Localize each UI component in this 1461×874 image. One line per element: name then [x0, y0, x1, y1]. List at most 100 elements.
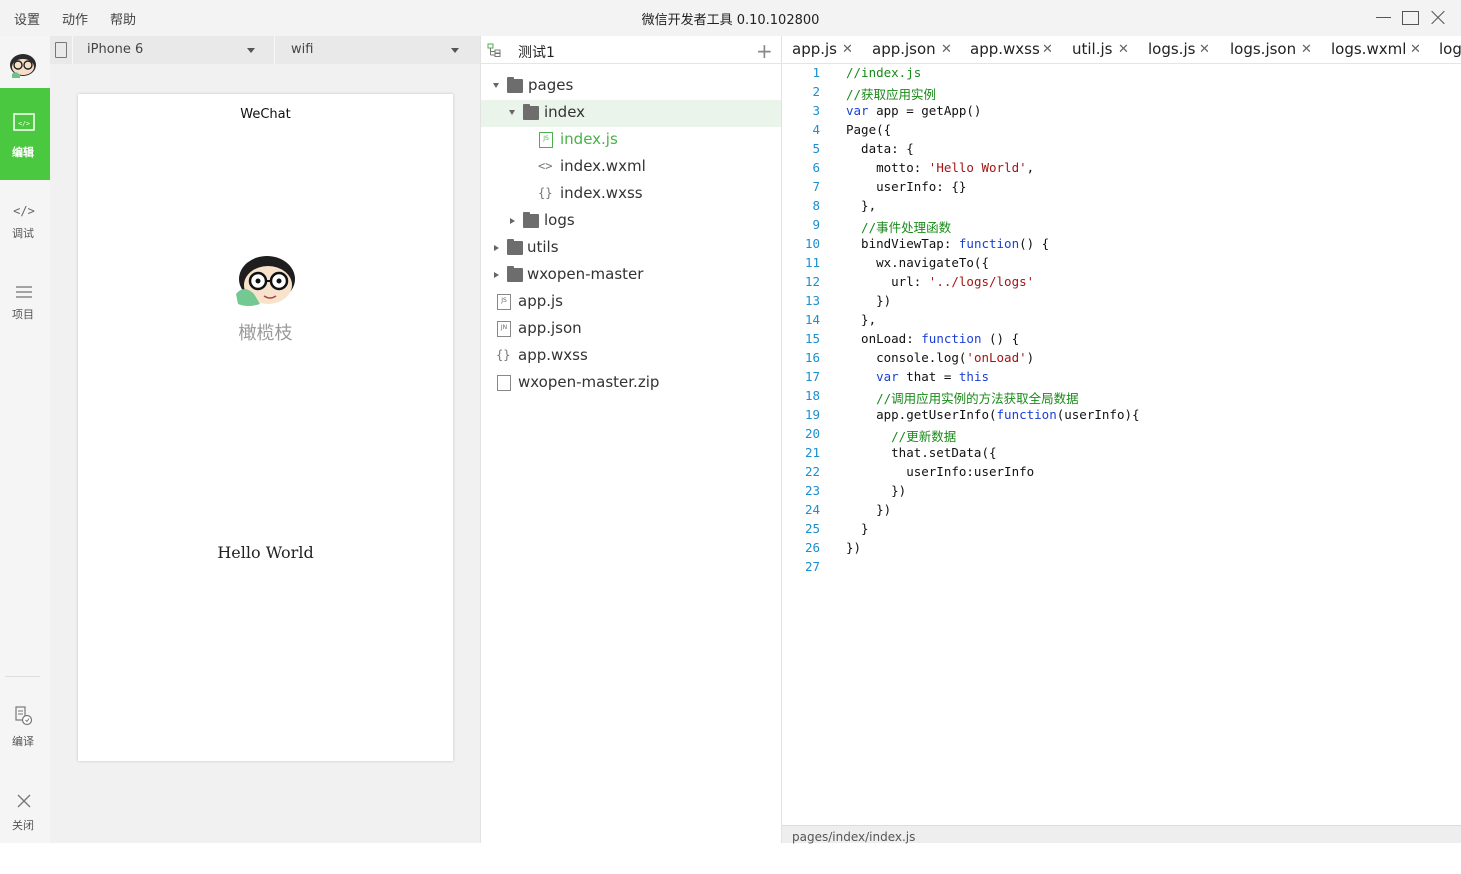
sidebar-item-close[interactable]: 关闭: [0, 782, 50, 874]
tab-logs-js[interactable]: logs.js: [1148, 40, 1195, 58]
line-number: 7: [812, 179, 820, 194]
chevron-down-icon: [493, 83, 499, 88]
tab-app-js[interactable]: app.js: [792, 40, 837, 58]
code-token: function: [958, 236, 1020, 251]
code-editor: app.js ✕ app.json ✕ app.wxss ✕ util.js ✕…: [782, 36, 1461, 844]
code-token: app = getApp(): [868, 103, 982, 118]
chevron-right-icon: [494, 245, 499, 251]
tree-file-zip[interactable]: wxopen-master.zip: [481, 370, 781, 397]
code-line[interactable]: 18 //调用应用实例的方法获取全局数据: [782, 388, 1461, 407]
tree-structure-icon[interactable]: [487, 43, 501, 57]
code-line[interactable]: 15 onLoad: function () {: [782, 331, 1461, 350]
line-number: 22: [804, 464, 820, 479]
tab-logs-wxml[interactable]: logs.wxml: [1331, 40, 1406, 58]
code-line[interactable]: 3 var app = getApp(): [782, 103, 1461, 122]
code-line[interactable]: 26}): [782, 540, 1461, 559]
line-number: 6: [812, 160, 820, 175]
line-number: 23: [804, 483, 820, 498]
style-file-icon: {}: [538, 186, 553, 200]
markup-file-icon: <>: [538, 159, 553, 173]
code-line[interactable]: 12 url: '../logs/logs': [782, 274, 1461, 293]
sidebar-item-edit[interactable]: </> 编辑: [0, 88, 50, 180]
code-line[interactable]: 17 var that = this: [782, 369, 1461, 388]
code-line[interactable]: 8 },: [782, 198, 1461, 217]
user-nickname: 橄榄枝: [238, 323, 293, 344]
tree-folder-logs[interactable]: logs: [481, 208, 781, 235]
tree-folder-wxopen-master[interactable]: wxopen-master: [481, 262, 781, 289]
tree-file-app-json[interactable]: JN app.json: [481, 316, 781, 343]
add-file-icon[interactable]: +: [756, 39, 773, 63]
code-token: //更新数据: [846, 429, 957, 444]
tree-file-app-js[interactable]: JS app.js: [481, 289, 781, 316]
line-number: 24: [804, 502, 820, 517]
code-line[interactable]: 13 }): [782, 293, 1461, 312]
sidebar-item-compile[interactable]: 编译: [0, 690, 50, 782]
code-line[interactable]: 21 that.setData({: [782, 445, 1461, 464]
code-token: 'Hello World': [928, 160, 1027, 175]
tree-item-label: index.wxml: [560, 157, 646, 175]
code-line[interactable]: 20 //更新数据: [782, 426, 1461, 445]
tree-folder-utils[interactable]: utils: [481, 235, 781, 262]
tab-logs-json[interactable]: logs.json: [1230, 40, 1296, 58]
network-select[interactable]: wifi: [275, 36, 475, 64]
tab-close-icon[interactable]: ✕: [1301, 42, 1312, 57]
code-line[interactable]: 1 //index.js: [782, 65, 1461, 84]
file-path: pages/index/index.js: [792, 830, 916, 844]
code-line[interactable]: 10 bindViewTap: function() {: [782, 236, 1461, 255]
code-line[interactable]: 2 //获取应用实例: [782, 84, 1461, 103]
minimize-icon[interactable]: [1373, 7, 1395, 29]
code-line[interactable]: 14 },: [782, 312, 1461, 331]
user-avatar[interactable]: [234, 254, 298, 308]
code-area[interactable]: 1 //index.js 2 //获取应用实例 3 var app = getApp() 4…: [782, 64, 1461, 824]
sidebar-item-debug[interactable]: </> 调试: [0, 186, 50, 278]
maximize-icon[interactable]: [1400, 7, 1422, 29]
sidebar-item-label: 关闭: [12, 819, 34, 832]
code-line[interactable]: 6 motto: 'Hello World',: [782, 160, 1461, 179]
chevron-right-icon: [510, 218, 515, 224]
code-line[interactable]: 4 Page({: [782, 122, 1461, 141]
tab-util-js[interactable]: util.js: [1072, 40, 1112, 58]
code-token: },: [846, 312, 877, 327]
code-line[interactable]: 25 }: [782, 521, 1461, 540]
code-text: url: '../logs/logs': [846, 274, 1034, 289]
tab-app-wxss[interactable]: app.wxss: [970, 40, 1040, 58]
code-line[interactable]: 24 }): [782, 502, 1461, 521]
tab-close-icon[interactable]: ✕: [1199, 42, 1210, 57]
code-text: //index.js: [846, 65, 921, 80]
tab-close-icon[interactable]: ✕: [842, 42, 853, 57]
simulator-toolbar: iPhone 6 wifi: [50, 36, 480, 64]
code-text: }): [846, 540, 861, 555]
code-line[interactable]: 23 }): [782, 483, 1461, 502]
tree-folder-index[interactable]: index: [481, 100, 781, 127]
device-rotate-icon[interactable]: [55, 42, 67, 58]
code-line[interactable]: 22 userInfo:userInfo: [782, 464, 1461, 483]
code-line[interactable]: 5 data: {: [782, 141, 1461, 160]
tree-file-app-wxss[interactable]: {} app.wxss: [481, 343, 781, 370]
code-line[interactable]: 9 //事件处理函数: [782, 217, 1461, 236]
code-line[interactable]: 7 userInfo: {}: [782, 179, 1461, 198]
window-close-icon[interactable]: [1428, 7, 1450, 29]
sidebar-item-project[interactable]: 项目: [0, 268, 50, 360]
tab-log-truncated[interactable]: log: [1439, 40, 1461, 58]
tree-file-index-wxml[interactable]: <> index.wxml: [481, 154, 781, 181]
tab-app-json[interactable]: app.json: [872, 40, 936, 58]
tab-close-icon[interactable]: ✕: [1118, 42, 1129, 57]
tree-file-index-wxss[interactable]: {} index.wxss: [481, 181, 781, 208]
code-text: var app = getApp(): [846, 103, 981, 118]
tab-close-icon[interactable]: ✕: [1042, 42, 1053, 57]
tree-item-label: app.json: [518, 319, 582, 337]
tree-folder-pages[interactable]: pages: [481, 73, 781, 100]
code-line[interactable]: 11 wx.navigateTo({: [782, 255, 1461, 274]
folder-open-icon: [523, 104, 539, 120]
code-line[interactable]: 16 console.log('onLoad'): [782, 350, 1461, 369]
phone-screen[interactable]: WeChat 橄榄枝 Hello World: [78, 94, 453, 761]
code-line[interactable]: 27: [782, 559, 1461, 578]
tree-file-index-js[interactable]: JS index.js: [481, 127, 781, 154]
code-token: //事件处理函数: [846, 220, 952, 235]
tab-close-icon[interactable]: ✕: [1410, 42, 1421, 57]
user-avatar-icon[interactable]: [8, 50, 38, 78]
device-select[interactable]: iPhone 6: [73, 36, 273, 64]
code-line[interactable]: 19 app.getUserInfo(function(userInfo){: [782, 407, 1461, 426]
tab-close-icon[interactable]: ✕: [941, 42, 952, 57]
